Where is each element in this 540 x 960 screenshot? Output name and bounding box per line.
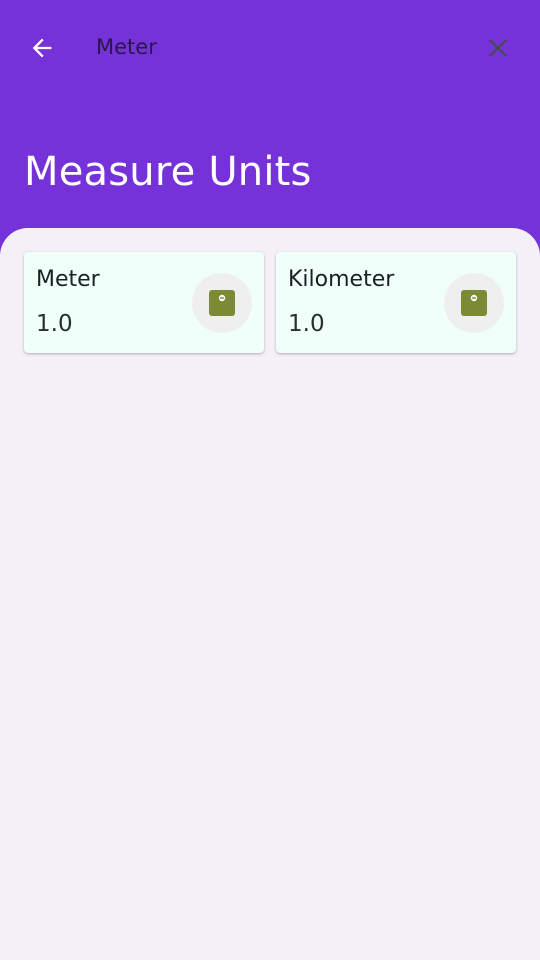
header: Meter Measure Units [0,0,540,260]
arrow-back-icon [32,38,52,58]
close-icon [489,39,507,57]
scale-icon [461,290,487,316]
unit-name: Kilometer [288,267,395,292]
close-button[interactable] [476,26,520,70]
scale-icon [209,290,235,316]
units-grid: Meter 1.0 Kilometer 1.0 [0,228,540,960]
toolbar: Meter [0,0,540,96]
unit-name: Meter [36,267,100,292]
unit-icon-badge [444,273,504,333]
unit-value: 1.0 [36,311,73,337]
unit-value: 1.0 [288,311,325,337]
back-button[interactable] [20,26,64,70]
unit-icon-badge [192,273,252,333]
unit-card-kilometer[interactable]: Kilometer 1.0 [276,252,516,353]
unit-card-meter[interactable]: Meter 1.0 [24,252,264,353]
page-title: Measure Units [24,149,312,195]
toolbar-title: Meter [96,35,157,59]
